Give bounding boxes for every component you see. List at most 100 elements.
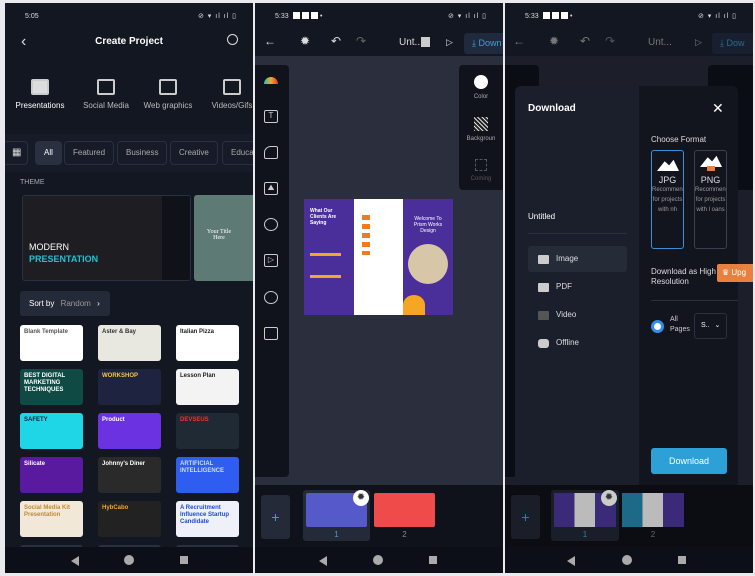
back-arrow-icon[interactable]: ← [264, 34, 276, 48]
page-thumb-1[interactable]: ✹ 1 [303, 490, 370, 541]
template-card[interactable]: Lesson Plan [176, 369, 239, 405]
page-number: 1 [582, 530, 588, 539]
image-icon [700, 155, 722, 167]
page-select[interactable]: S.. ⌄ [694, 313, 727, 339]
status-time: 5:33 [525, 13, 539, 20]
media-icon[interactable]: ▷ [264, 254, 278, 267]
search-icon[interactable] [227, 34, 238, 45]
undo-icon[interactable]: ↶ [580, 34, 590, 48]
template-card[interactable]: BEST DIGITAL MARKETING TECHNIQUES [20, 369, 83, 405]
nav-home-icon[interactable] [622, 555, 632, 565]
download-button[interactable]: ⤓ Down [464, 33, 503, 54]
status-icons: ⊘ ▾ ıl ıl ▯ [697, 13, 737, 20]
template-card[interactable]: Product [98, 413, 161, 449]
nav-home-icon[interactable] [373, 555, 383, 565]
page-settings-icon[interactable]: ✹ [601, 490, 617, 506]
template-card[interactable]: HybCabo [98, 501, 161, 537]
category-social-media[interactable]: Social Media [75, 79, 137, 110]
page-thumb-1[interactable]: ✹ 1 [551, 490, 619, 541]
play-icon[interactable]: ▷ [446, 37, 453, 48]
template-card[interactable]: A Recruitment Influence Startup Candidat… [176, 501, 239, 537]
template-card[interactable]: WORKSHOP [98, 369, 161, 405]
document-title[interactable]: Unt... [399, 37, 423, 48]
folder-icon[interactable] [264, 327, 278, 340]
page-title: Create Project [95, 36, 163, 47]
all-pages-radio[interactable] [651, 320, 664, 333]
design-right-title: Welcome To Prism Works Design [413, 216, 443, 234]
page-thumb-2[interactable]: 2 [371, 490, 438, 541]
download-button[interactable]: ⤓ Dow [712, 33, 753, 54]
design-page[interactable]: What Our Clients Are Saying Welcome To P… [304, 199, 453, 315]
type-offline[interactable]: Offline [528, 330, 627, 356]
page-number: 2 [402, 530, 407, 539]
template-card[interactable]: Italian Pizza [176, 325, 239, 361]
page-number: 2 [650, 530, 656, 539]
category-presentations[interactable]: Presentations [9, 79, 71, 110]
nav-back-icon[interactable] [567, 556, 575, 566]
chip-creative[interactable]: Creative [170, 141, 218, 165]
type-pdf[interactable]: PDF [528, 274, 627, 300]
chip-business[interactable]: Business [117, 141, 168, 165]
background-tool[interactable]: Backgroun [459, 117, 503, 142]
settings-icon[interactable]: ✹ [300, 34, 310, 48]
text-icon[interactable]: T [264, 110, 278, 123]
sort-label: Sort by [29, 299, 55, 308]
divider [651, 300, 738, 301]
upgrade-button[interactable]: ♛ Upg [717, 264, 753, 282]
grid-view-button[interactable]: ▦ [5, 141, 28, 165]
nav-home-icon[interactable] [124, 555, 134, 565]
modal-title: Download [528, 103, 576, 114]
color-tool[interactable]: Color [459, 75, 503, 100]
redo-icon[interactable]: ↷ [356, 34, 366, 48]
pdf-icon [538, 283, 549, 292]
nav-back-icon[interactable] [319, 556, 327, 566]
chart-icon[interactable] [264, 218, 278, 231]
category-web-graphics[interactable]: Web graphics [137, 79, 199, 110]
chip-education[interactable]: Educati [222, 141, 253, 165]
redo-icon[interactable]: ↷ [605, 34, 615, 48]
premium-crown-icon [707, 166, 715, 171]
format-png[interactable]: PNGRecommended for projects with l oans [694, 150, 727, 249]
sort-button[interactable]: Sort by Random › [20, 291, 110, 316]
template-card[interactable]: Social Media Kit Presentation [20, 501, 83, 537]
type-video[interactable]: Video [528, 302, 627, 328]
theme-card-modern[interactable]: MODERN PRESENTATION [22, 195, 191, 281]
template-card[interactable]: Silicate [20, 457, 83, 493]
social-media-icon [97, 79, 115, 95]
add-page-button[interactable]: + [261, 495, 290, 539]
create-project-screen: 5:05 ⊘ ▾ ıl ıl ▯ ‹ Create Project Present… [5, 3, 253, 573]
settings-icon[interactable]: ✹ [549, 34, 559, 48]
template-card[interactable]: Aster & Bay [98, 325, 161, 361]
download-screen: 5:33 • ⊘ ▾ ıl ıl ▯ ← ✹ ↶ ↷ Unt... ▷ ⤓ Dow… [505, 3, 753, 573]
undo-icon[interactable]: ↶ [331, 34, 341, 48]
brand-icon[interactable] [264, 77, 278, 84]
status-time: 5:33 [275, 13, 289, 20]
page-thumb-2[interactable]: 2 [619, 490, 687, 541]
document-title[interactable]: Unt... [648, 37, 672, 48]
page-settings-icon[interactable]: ✹ [353, 490, 369, 506]
shapes-icon[interactable] [264, 146, 278, 159]
image-icon[interactable]: ⛰ [264, 182, 278, 195]
category-videos[interactable]: Videos/Gifs [201, 79, 253, 110]
nav-recents-icon[interactable] [678, 556, 686, 564]
notes-icon[interactable] [421, 37, 430, 47]
nav-recents-icon[interactable] [180, 556, 188, 564]
template-card[interactable]: Blank Template [20, 325, 83, 361]
format-jpg[interactable]: JPGRecommended for projects with nh [651, 150, 684, 249]
back-arrow-icon[interactable]: ← [513, 34, 525, 48]
theme-card-title[interactable]: Your Title Here [194, 195, 253, 281]
nav-recents-icon[interactable] [429, 556, 437, 564]
add-page-button[interactable]: + [511, 495, 540, 539]
type-image[interactable]: Image [528, 246, 627, 272]
play-icon[interactable]: ▷ [695, 37, 702, 48]
chip-featured[interactable]: Featured [64, 141, 115, 165]
chip-all[interactable]: All [35, 141, 62, 165]
template-card[interactable]: ARTIFICIAL INTELLIGENCE [176, 457, 239, 493]
template-card[interactable]: SAFETY [20, 413, 83, 449]
close-icon[interactable]: ✕ [712, 100, 724, 117]
nav-back-icon[interactable] [71, 556, 79, 566]
palette-icon[interactable] [264, 291, 278, 304]
template-card[interactable]: DEVSEUS [176, 413, 239, 449]
download-submit-button[interactable]: Download [651, 448, 727, 474]
template-card[interactable]: Johnny's Diner [98, 457, 161, 493]
